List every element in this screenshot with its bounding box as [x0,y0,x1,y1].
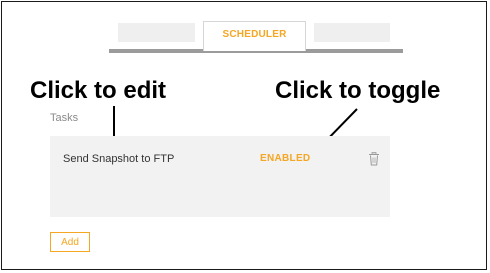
task-list-panel: Send Snapshot to FTP ENABLED [50,136,390,217]
trash-icon[interactable] [368,152,380,166]
tasks-section-label: Tasks [50,112,79,124]
task-status-toggle[interactable]: ENABLED [260,153,310,164]
task-name[interactable]: Send Snapshot to FTP [63,153,174,165]
add-task-button[interactable]: Add [50,232,90,252]
screenshot-frame: SCHEDULER Click to edit Click to toggle … [1,1,487,270]
